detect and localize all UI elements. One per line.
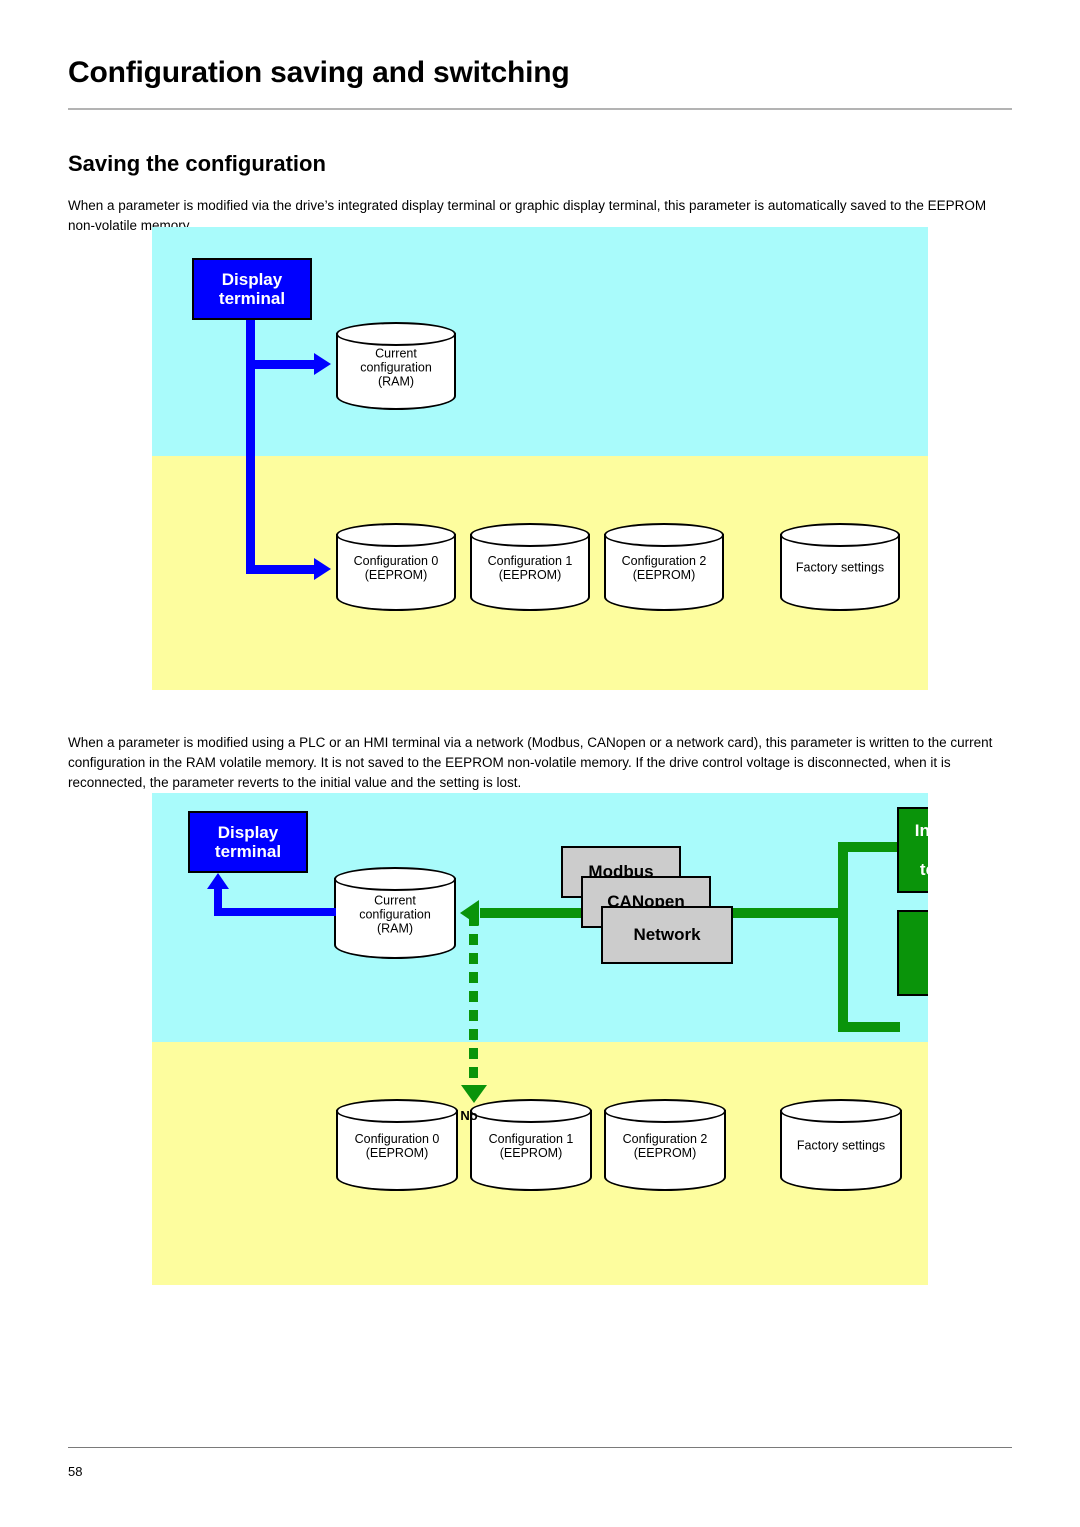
cylinder-label: Current configuration (RAM) [334,894,456,936]
ram-label-line2: configuration [360,360,432,375]
store-label-line2: (EEPROM) [499,1146,563,1161]
store-label-line2: (EEPROM) [364,568,428,583]
diagram-network-write-no-save: Display terminal Current configuration (… [152,793,928,1285]
cylinder-label: Factory settings [780,561,900,575]
cylinder-top [336,523,456,547]
store-label-line1: Configuration 0 [354,1132,440,1147]
cylinder-label: Configuration 2 (EEPROM) [604,1132,726,1160]
ram-label-line3: (RAM) [376,921,414,936]
current-configuration-ram-cylinder: Current configuration (RAM) [336,322,456,410]
cylinder-label: Factory settings [780,1139,902,1153]
cylinder-top [604,1099,726,1123]
connector-trunk-vertical [246,317,255,574]
cylinder-label: Configuration 0 (EEPROM) [336,1132,458,1160]
store-label-line2: (EEPROM) [632,568,696,583]
cylinder-top [336,1099,458,1123]
configuration-1-eeprom-cylinder: Configuration 1 (EEPROM) [470,523,590,611]
arrow-to-ram-icon [314,353,331,375]
cylinder-label: Configuration 2 (EEPROM) [604,554,724,582]
current-configuration-ram-cylinder: Current configuration (RAM) [334,867,456,959]
configuration-2-eeprom-cylinder: Configuration 2 (EEPROM) [604,1099,726,1191]
paragraph-network-write: When a parameter is modified using a PLC… [68,734,993,790]
connector-to-plc [838,1022,900,1032]
connector-branch-to-eeprom [246,565,318,574]
store-label-line2: (EEPROM) [365,1146,429,1161]
store-label-line1: Configuration 0 [353,554,439,569]
store-label-line1: Configuration 1 [488,1132,574,1147]
page-number: 58 [68,1464,83,1479]
connector-ram-to-display-horizontal [214,908,336,916]
cylinder-label: Current configuration (RAM) [336,347,456,389]
configuration-2-eeprom-cylinder: Configuration 2 (EEPROM) [604,523,724,611]
page-title: Configuration saving and switching [68,56,570,90]
cylinder-top [336,322,456,346]
cylinder-top [470,523,590,547]
store-label-line2: (EEPROM) [633,1146,697,1161]
display-terminal-label-line1: Display [221,269,283,289]
connector-device-riser [838,842,848,1032]
ram-label-line1: Current [374,893,416,908]
factory-settings-cylinder: Factory settings [780,523,900,611]
configuration-0-eeprom-cylinder: Configuration 0 (EEPROM) [336,1099,458,1191]
cylinder-top [604,523,724,547]
store-label-line2: (EEPROM) [498,568,562,583]
header-divider [68,108,1012,110]
arrow-to-display-terminal-icon [207,873,229,889]
display-terminal-box: Display terminal [192,258,312,320]
ram-label-line1: Current [375,346,417,361]
hmi-label-line1: Industrial [914,821,928,841]
store-label-line1: Configuration 1 [487,554,573,569]
ram-label-line2: configuration [359,907,431,922]
store-label-line1: Configuration 2 [622,1132,708,1147]
store-label-line1: Factory settings [796,1138,886,1153]
cylinder-label: Configuration 1 (EEPROM) [470,554,590,582]
industrial-hmi-terminal-box: Industrial HMI terminal [897,807,928,893]
hmi-label-line3: terminal [919,859,928,879]
display-terminal-label-line2: terminal [214,842,282,861]
diagram-display-terminal-saving: Display terminal Current configuration (… [152,227,928,690]
factory-settings-cylinder: Factory settings [780,1099,902,1191]
display-terminal-label-line2: terminal [218,289,286,308]
protocol-label: Network [633,925,701,945]
configuration-0-eeprom-cylinder: Configuration 0 (EEPROM) [336,523,456,611]
cylinder-label: Configuration 0 (EEPROM) [336,554,456,582]
cylinder-top [334,867,456,891]
display-terminal-box: Display terminal [188,811,308,873]
section-title: Saving the configuration [68,151,326,177]
cylinder-top [780,1099,902,1123]
connector-ram-to-display-vertical [214,887,222,913]
arrow-no-save-icon [461,1085,487,1103]
ram-label-line3: (RAM) [377,374,415,389]
protocol-box-network: Network [601,906,733,964]
store-label-line1: Factory settings [795,560,885,575]
connector-branch-to-ram [246,360,318,369]
cylinder-top [780,523,900,547]
connector-to-hmi-terminal [838,842,900,852]
cylinder-label: Configuration 1 (EEPROM) [470,1132,592,1160]
no-save-label: No [460,1108,478,1123]
arrow-to-eeprom-icon [314,558,331,580]
footer-divider [68,1447,1012,1448]
connector-no-save-dashed [469,915,478,1091]
plc-box: PLC [897,910,928,996]
display-terminal-label-line1: Display [217,822,279,842]
store-label-line1: Configuration 2 [621,554,707,569]
